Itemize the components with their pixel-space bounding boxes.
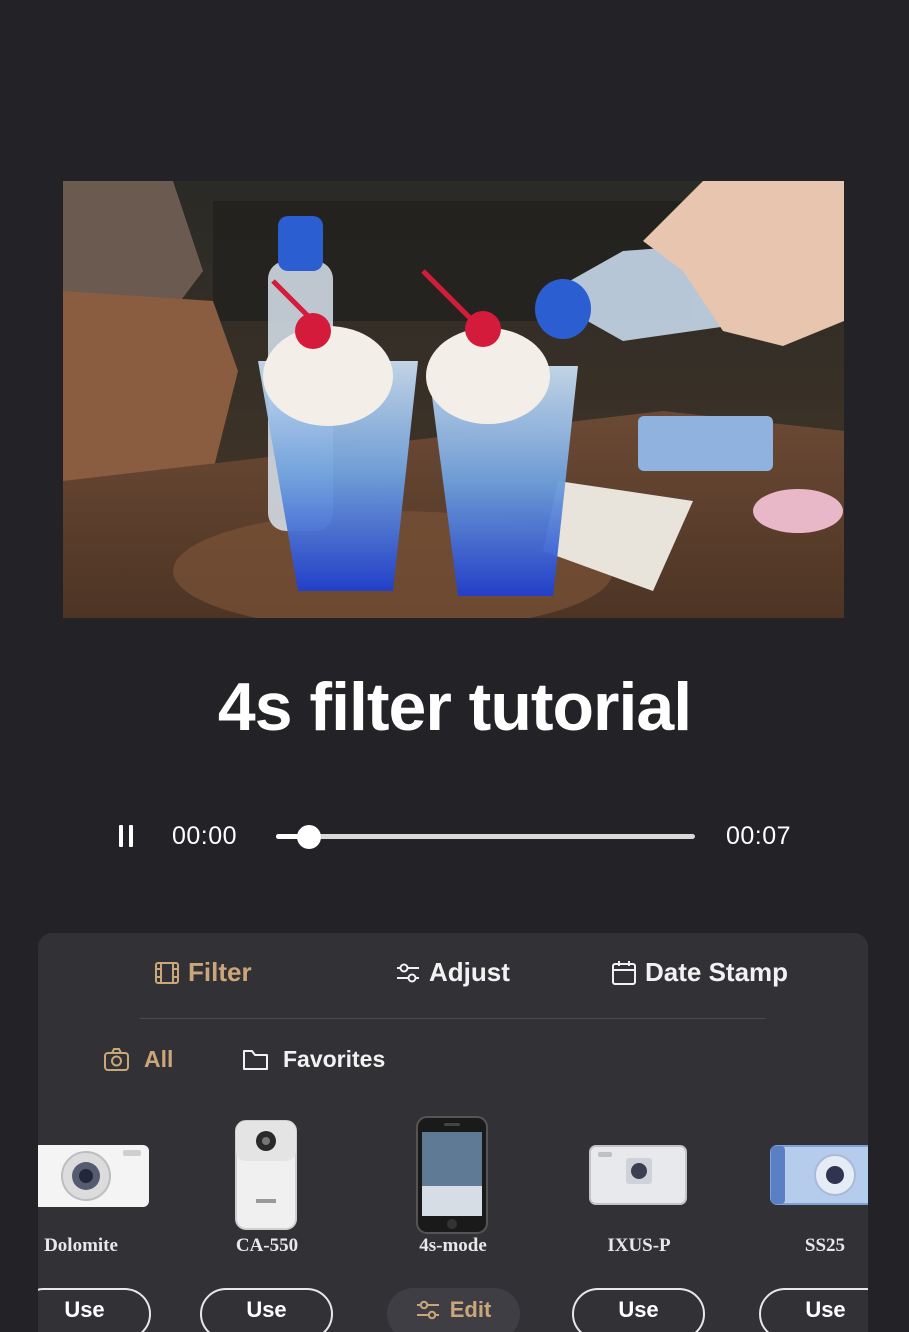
edit-button-label: Edit <box>449 1297 492 1322</box>
pause-icon <box>119 825 123 847</box>
video-frame-image <box>63 181 844 618</box>
filter-thumb-4s-mode[interactable] <box>377 1110 527 1240</box>
subtab-favorites[interactable]: Favorites <box>242 1046 385 1073</box>
filter-name-dolomite: Dolomite <box>44 1235 118 1256</box>
subtab-favorites-label: Favorites <box>283 1046 386 1072</box>
tab-date-stamp-label: Date Stamp <box>645 957 789 987</box>
tab-filter-label: Filter <box>188 957 252 987</box>
progress-slider[interactable] <box>276 825 695 849</box>
use-button-ixus-p[interactable]: Use <box>572 1288 705 1332</box>
duration: 00:07 <box>726 822 792 850</box>
filter-name-ixus-p: IXUS-P <box>607 1235 671 1256</box>
filter-name-ss25: SS25 <box>804 1235 846 1256</box>
subtab-all-label: All <box>144 1046 174 1072</box>
filter-thumb-ss25[interactable] <box>749 1110 868 1240</box>
tab-adjust-label: Adjust <box>429 957 510 987</box>
tabs-divider <box>140 1018 766 1019</box>
camera-thumbnail-icon <box>235 1120 297 1230</box>
phone-thumbnail-icon <box>416 1116 488 1234</box>
pause-button[interactable] <box>116 825 138 849</box>
video-preview[interactable] <box>63 181 844 618</box>
film-icon <box>155 961 179 984</box>
filter-name-4s-mode: 4s-mode <box>419 1235 487 1256</box>
filter-buttons-row: Use Use Edit Use Use <box>38 1280 868 1332</box>
sliders-icon <box>397 963 419 982</box>
use-button-ss25[interactable]: Use <box>759 1288 868 1332</box>
progress-thumb[interactable] <box>296 825 321 849</box>
camera-icon <box>104 1048 129 1071</box>
camera-thumbnail-icon <box>38 1145 149 1207</box>
edit-button-4s-mode[interactable]: Edit <box>387 1288 520 1332</box>
filter-name-ca-550: CA-550 <box>235 1235 299 1256</box>
tab-filter[interactable]: Filter <box>154 957 252 988</box>
camera-thumbnail-icon <box>770 1145 868 1205</box>
current-time: 00:00 <box>172 822 238 850</box>
tab-adjust[interactable]: Adjust <box>395 957 510 988</box>
use-button-dolomite[interactable]: Use <box>38 1288 151 1332</box>
filter-thumb-ca-550[interactable] <box>191 1110 341 1240</box>
folder-icon <box>243 1050 268 1070</box>
camera-thumbnail-icon <box>589 1145 687 1205</box>
use-button-ca-550[interactable]: Use <box>200 1288 333 1332</box>
sliders-icon <box>416 1300 439 1320</box>
filter-thumb-dolomite[interactable] <box>38 1110 166 1240</box>
subtab-all[interactable]: All <box>103 1046 173 1073</box>
filter-thumb-ixus-p[interactable] <box>563 1110 713 1240</box>
tab-date-stamp[interactable]: Date Stamp <box>611 957 788 988</box>
calendar-icon <box>612 960 636 985</box>
video-title: 4s filter tutorial <box>217 669 692 745</box>
